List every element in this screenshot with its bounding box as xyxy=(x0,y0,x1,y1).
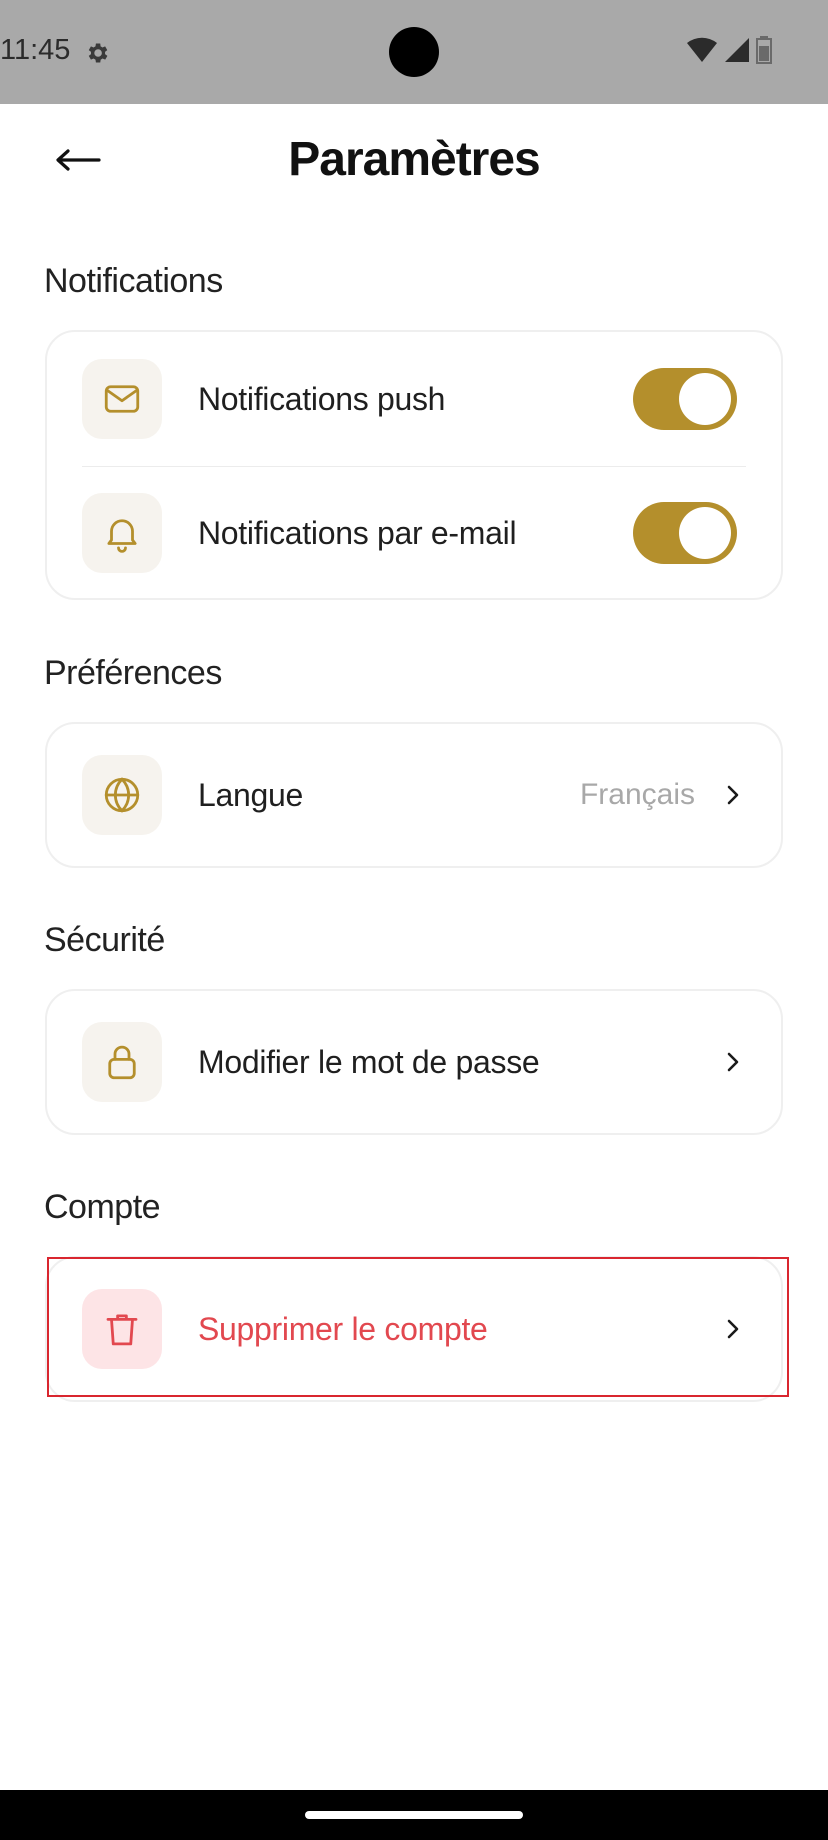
signal-icon xyxy=(724,37,750,68)
push-notifications-label: Notifications push xyxy=(198,380,446,417)
battery-icon xyxy=(756,35,772,69)
language-value: Français xyxy=(579,778,695,811)
wifi-icon xyxy=(686,37,718,68)
chevron-right-icon xyxy=(719,1048,747,1076)
status-icons xyxy=(686,35,772,69)
section-title-account: Compte xyxy=(44,1188,161,1226)
bell-icon xyxy=(82,493,162,573)
mail-icon xyxy=(82,359,162,439)
lock-icon xyxy=(82,1022,162,1102)
language-row[interactable]: Langue Français xyxy=(47,724,781,866)
section-title-notifications: Notifications xyxy=(44,262,223,300)
email-notifications-row: Notifications par e-mail xyxy=(47,466,781,600)
account-card: Supprimer le compte xyxy=(45,1256,783,1402)
toggle-knob xyxy=(679,507,731,559)
status-bar: 11:45 xyxy=(0,0,828,104)
toggle-knob xyxy=(679,373,731,425)
email-notifications-label: Notifications par e-mail xyxy=(198,514,517,551)
notifications-card: Notifications push Notifications par e-m… xyxy=(45,330,783,600)
change-password-row[interactable]: Modifier le mot de passe xyxy=(47,991,781,1133)
camera-cutout xyxy=(389,27,439,77)
security-card: Modifier le mot de passe xyxy=(45,989,783,1135)
delete-account-row[interactable]: Supprimer le compte xyxy=(47,1258,781,1400)
section-title-preferences: Préférences xyxy=(44,654,222,692)
push-notifications-row: Notifications push xyxy=(47,332,781,466)
navigation-bar xyxy=(0,1790,828,1840)
page-title: Paramètres xyxy=(288,133,541,186)
delete-account-label: Supprimer le compte xyxy=(198,1310,488,1347)
change-password-label: Modifier le mot de passe xyxy=(198,1043,540,1080)
email-notifications-toggle[interactable] xyxy=(633,502,737,564)
status-time: 11:45 xyxy=(0,34,71,66)
language-label: Langue xyxy=(198,776,303,813)
preferences-card: Langue Français xyxy=(45,722,783,868)
globe-icon xyxy=(82,755,162,835)
chevron-right-icon xyxy=(719,781,747,809)
home-indicator[interactable] xyxy=(305,1811,523,1819)
trash-icon xyxy=(82,1289,162,1369)
header: Paramètres xyxy=(0,104,828,216)
chevron-right-icon xyxy=(719,1315,747,1343)
push-notifications-toggle[interactable] xyxy=(633,368,737,430)
settings-gear-icon xyxy=(84,40,110,66)
section-title-security: Sécurité xyxy=(44,921,165,959)
